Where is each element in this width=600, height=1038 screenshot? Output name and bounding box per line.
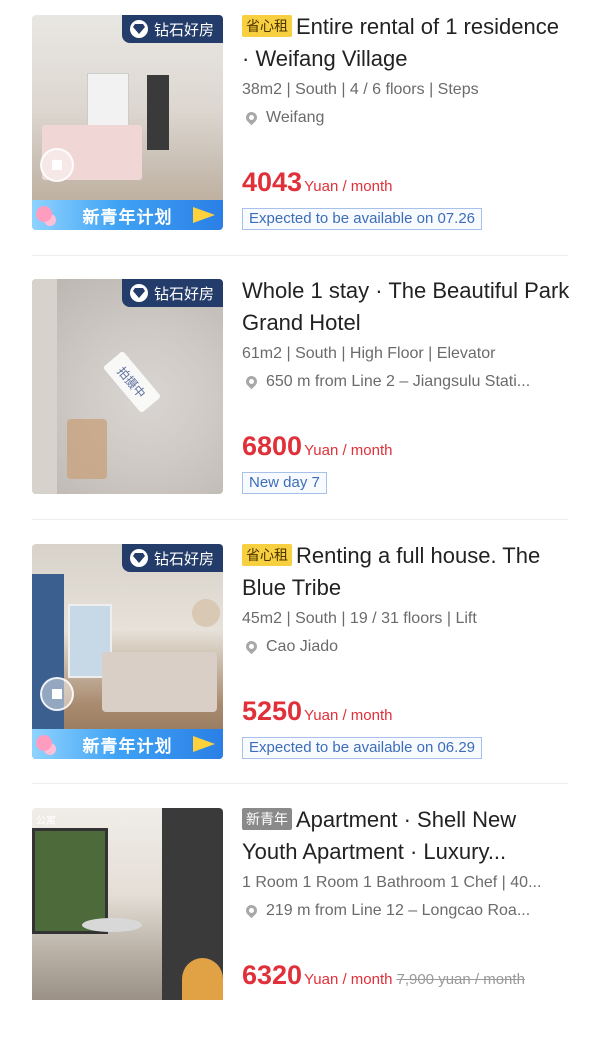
availability-tag: Expected to be available on 07.26 [242,208,483,230]
location-text: 219 m from Line 12 – Longcao Roa... [266,902,531,919]
listing-info: 省心租 Entire rental of 1 residence · Weifan… [242,14,572,230]
diamond-icon [129,284,148,302]
listing-card[interactable]: 公寓 新青年 Apartment · Shell New Youth Apartm… [32,807,568,1038]
listing-title[interactable]: 省心租 Renting a full house. The Blue Tribe [242,540,572,604]
listing-card[interactable]: 钻石好房 拍摄中 Whole 1 stay · The Beautiful Pa… [32,278,569,509]
listing-location: Weifang [242,109,572,127]
price-row: 6800 Yuan / month [242,431,392,462]
price-row: 6320 Yuan / month 7,900 yuan / month [242,960,525,991]
price-unit: Yuan / month [304,178,393,195]
listing-info: 省心租 Renting a full house. The Blue Tribe … [242,543,572,759]
worry-free-tag: 省心租 [242,15,292,37]
diamond-badge: 钻石好房 [121,279,223,307]
listing-specs: 45m2 | South | 19 / 31 floors | Lift [242,610,477,627]
youth-plan-banner: 新青年计划 [32,729,223,759]
listing-info: Whole 1 stay · The Beautiful Park Grand … [242,278,572,494]
location-pin-icon [243,638,260,654]
listing-title-text: Whole 1 stay · The Beautiful Park Grand … [242,278,570,335]
vr-tour-icon[interactable] [40,148,74,182]
price: 6320 [242,960,303,990]
listing-info: 新青年 Apartment · Shell New Youth Apartment… [242,807,572,990]
listing-photo[interactable]: 钻石好房 新青年计划 [32,15,223,230]
price-row: 4043 Yuan / month [242,167,392,198]
youth-tag: 新青年 [242,808,292,830]
divider [32,519,568,520]
wall-decor [192,599,220,627]
price: 4043 [242,167,303,197]
paper-plane-icon [193,207,215,223]
listing-title[interactable]: 新青年 Apartment · Shell New Youth Apartment… [242,804,572,868]
listing-card[interactable]: 钻石好房 新青年计划 省心租 Renting a full house. The … [32,543,568,774]
price-unit: Yuan / month [304,707,393,724]
listing-photo[interactable]: 钻石好房 新青年计划 [32,544,223,759]
divider [32,783,568,784]
toy [182,958,223,1000]
price-row: 5250 Yuan / month [242,696,392,727]
availability-tag: New day 7 [242,472,327,494]
listing-card[interactable]: 钻石好房 新青年计划 省心租 Entire rental of 1 residen… [32,14,568,245]
listing-title[interactable]: 省心租 Entire rental of 1 residence · Weifan… [242,11,572,75]
price-unit: Yuan / month [304,442,393,459]
chair-blur [67,419,107,479]
location-text: 650 m from Line 2 – Jiangsulu Stati... [266,373,531,390]
price: 5250 [242,696,303,726]
paper-plane-icon [193,736,215,752]
divider [32,255,568,256]
price: 6800 [242,431,303,461]
diamond-badge-label: 钻石好房 [153,550,214,568]
location-pin-icon [243,109,260,125]
diamond-icon [129,549,148,567]
location-pin-icon [243,902,260,918]
listing-location: 219 m from Line 12 – Longcao Roa... [242,902,572,920]
diamond-icon [129,20,148,38]
youth-plan-banner: 新青年计划 [32,200,223,230]
worry-free-tag: 省心租 [242,544,292,566]
listing-title[interactable]: Whole 1 stay · The Beautiful Park Grand … [242,275,572,339]
photo-watermark: 公寓 [36,816,56,827]
diamond-badge: 钻石好房 [121,544,223,572]
doorway [147,75,169,150]
location-text: Cao Jiado [266,638,339,655]
listing-specs: 61m2 | South | High Floor | Elevator [242,345,496,362]
wall-blur [32,279,57,494]
youth-plan-label: 新青年计划 [82,736,173,756]
diamond-badge-label: 钻石好房 [153,285,214,303]
original-price: 7,900 yuan / month [396,971,525,988]
listing-specs: 1 Room 1 Room 1 Bathroom 1 Chef | 40... [242,874,542,891]
flower-icon [36,735,52,751]
availability-tag: Expected to be available on 06.29 [242,737,483,759]
price-unit: Yuan / month [304,971,393,988]
location-pin-icon [243,373,260,389]
diamond-badge: 钻石好房 [121,15,223,43]
youth-plan-label: 新青年计划 [82,207,173,227]
listing-location: Cao Jiado [242,638,572,656]
listing-location: 650 m from Line 2 – Jiangsulu Stati... [242,373,572,391]
location-text: Weifang [266,109,325,126]
listing-specs: 38m2 | South | 4 / 6 floors | Steps [242,81,479,98]
table [82,918,142,932]
bed [102,652,217,712]
flower-icon [36,206,52,222]
listing-photo[interactable]: 公寓 [32,808,223,1000]
listing-photo[interactable]: 钻石好房 拍摄中 [32,279,223,494]
vr-tour-icon[interactable] [40,677,74,711]
diamond-badge-label: 钻石好房 [153,21,214,39]
